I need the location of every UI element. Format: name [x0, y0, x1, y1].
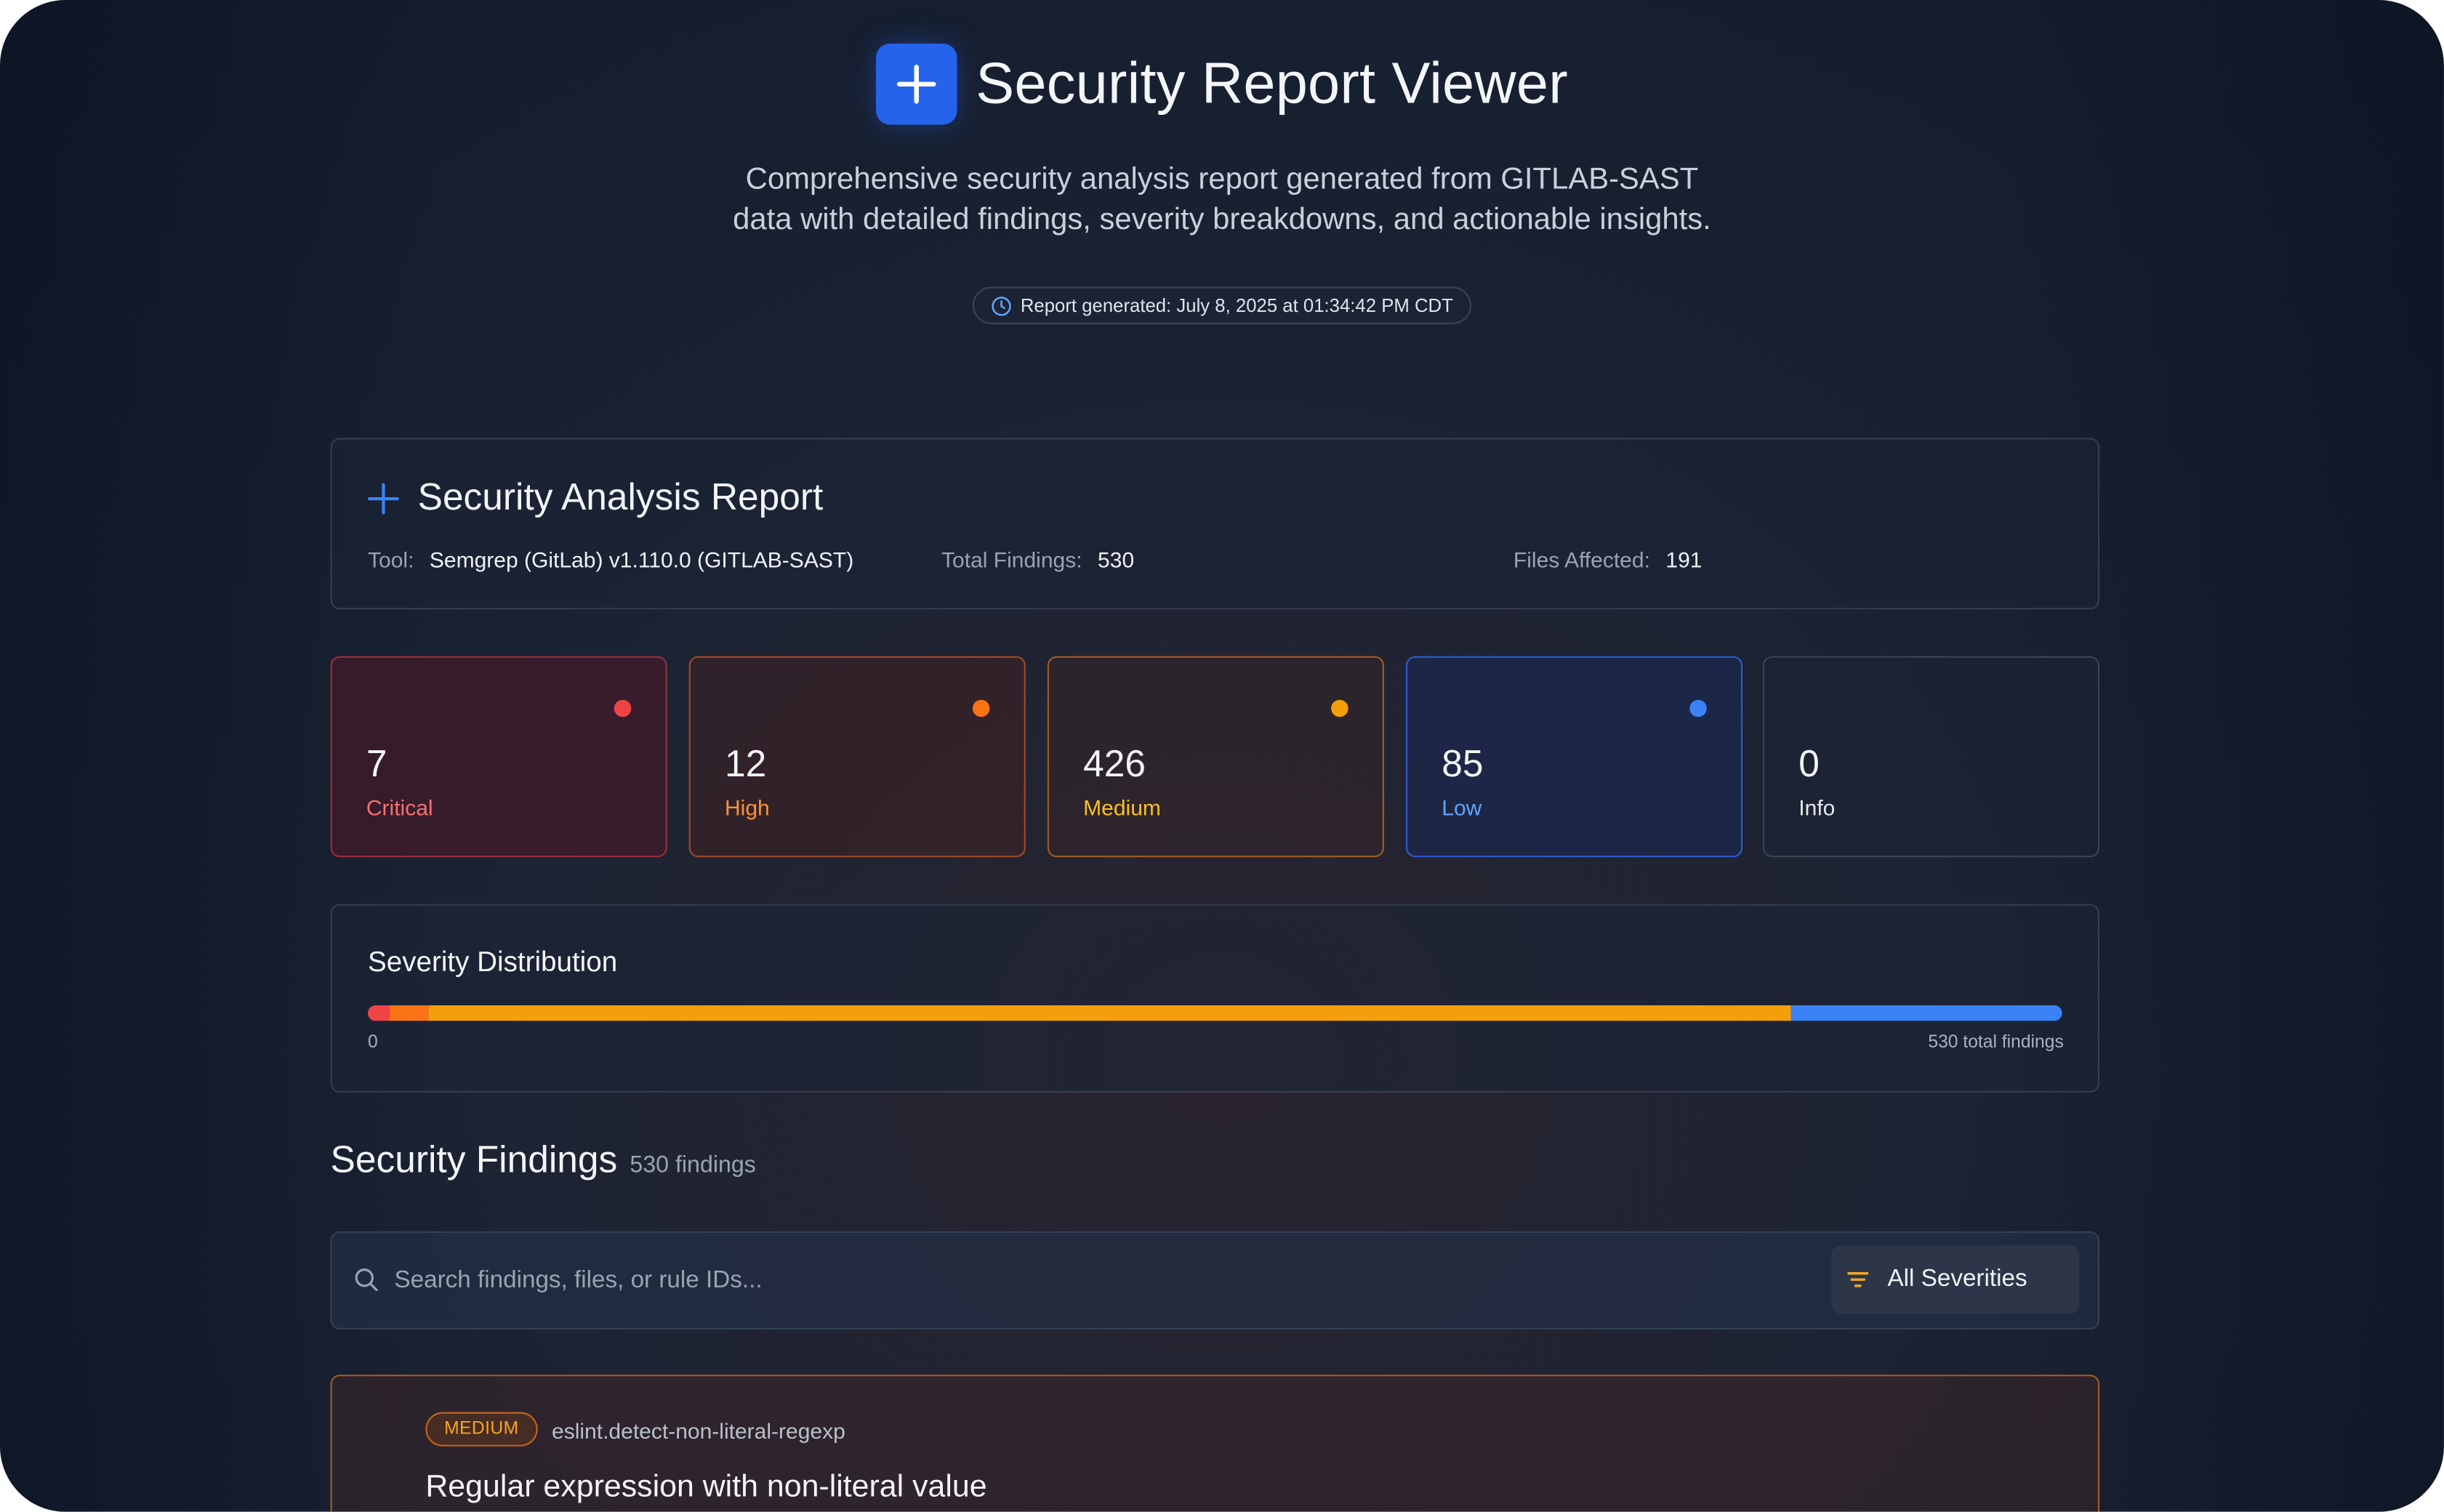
distribution-segment-medium — [428, 1005, 1790, 1021]
findings-header: Security Findings 530 findings — [331, 1139, 756, 1183]
distribution-total-label: 530 total findings — [1928, 1033, 2064, 1053]
severity-label: Critical — [366, 795, 433, 820]
severity-card-high[interactable]: 12 High — [688, 656, 1026, 858]
app-window: Security Report Viewer Comprehensive sec… — [0, 0, 2444, 1512]
total-findings-value: 530 — [1098, 547, 1135, 572]
search-input[interactable] — [391, 1258, 1801, 1305]
severity-label: Medium — [1083, 795, 1161, 820]
files-affected-meta: Files Affected: 191 — [1514, 547, 1703, 572]
status-dot-icon — [972, 699, 990, 717]
severity-filter-select[interactable]: All Severities — [1831, 1245, 2080, 1314]
files-affected-label: Files Affected: — [1513, 547, 1650, 572]
distribution-segment-high — [390, 1005, 429, 1021]
total-findings-meta: Total Findings: 530 — [941, 547, 1134, 572]
report-generated-text: Report generated: July 8, 2025 at 01:34:… — [1020, 294, 1453, 317]
report-generated-badge: Report generated: July 8, 2025 at 01:34:… — [972, 286, 1472, 324]
filter-icon — [1847, 1270, 1869, 1289]
tool-meta: Tool: Semgrep (GitLab) v1.110.0 (GITLAB-… — [368, 547, 853, 572]
total-findings-label: Total Findings: — [941, 547, 1082, 572]
severity-distribution-bar — [368, 1005, 2062, 1021]
severity-card-medium[interactable]: 426 Medium — [1047, 656, 1384, 858]
report-title-row: Security Analysis Report — [368, 477, 823, 520]
distribution-segment-critical — [368, 1005, 390, 1021]
severity-label: Low — [1442, 795, 1482, 820]
findings-count: 530 findings — [630, 1151, 756, 1178]
tool-value: Semgrep (GitLab) v1.110.0 (GITLAB-SAST) — [429, 547, 854, 572]
report-summary-card: Security Analysis Report Tool: Semgrep (… — [330, 438, 2100, 610]
severity-count: 12 — [725, 743, 767, 786]
severity-filter-value: All Severities — [1887, 1266, 2027, 1292]
severity-card-low[interactable]: 85 Low — [1405, 656, 1743, 858]
severity-count: 7 — [366, 743, 387, 786]
search-filter-bar: All Severities — [330, 1231, 2100, 1330]
plus-icon — [368, 483, 399, 515]
finding-title: Regular expression with non-literal valu… — [425, 1469, 987, 1505]
severity-distribution-card: Severity Distribution 0 530 total findin… — [330, 904, 2100, 1093]
severity-badge: MEDIUM — [425, 1412, 538, 1447]
severity-count: 0 — [1798, 743, 1820, 786]
distribution-title: Severity Distribution — [368, 946, 618, 978]
rule-id: eslint.detect-non-literal-regexp — [552, 1418, 845, 1444]
finding-card[interactable]: MEDIUM eslint.detect-non-literal-regexp … — [330, 1375, 2100, 1512]
status-dot-icon — [1689, 699, 1707, 717]
clock-icon — [991, 295, 1011, 315]
distribution-segment-low — [1790, 1005, 2062, 1021]
page-subtitle: Comprehensive security analysis report g… — [733, 161, 1711, 237]
files-affected-value: 191 — [1665, 547, 1703, 572]
page-title: Security Report Viewer — [976, 51, 1568, 116]
tool-label: Tool: — [368, 547, 414, 572]
search-icon — [354, 1267, 379, 1292]
severity-card-critical[interactable]: 7 Critical — [330, 656, 667, 858]
title-row: Security Report Viewer — [0, 44, 2444, 125]
status-dot-icon — [1331, 699, 1348, 717]
distribution-min-label: 0 — [368, 1033, 378, 1053]
severity-label: Info — [1798, 795, 1836, 820]
page-header: Security Report Viewer Comprehensive sec… — [0, 44, 2444, 324]
severity-count: 426 — [1083, 743, 1146, 786]
status-dot-icon — [614, 699, 632, 717]
severity-count: 85 — [1442, 743, 1484, 786]
report-title: Security Analysis Report — [417, 477, 824, 519]
viewport: Security Report Viewer Comprehensive sec… — [0, 0, 2444, 1512]
severity-label: High — [725, 795, 770, 820]
plus-icon — [876, 44, 957, 125]
severity-card-info[interactable]: 0 Info — [1762, 656, 2100, 858]
findings-title: Security Findings — [330, 1139, 618, 1182]
